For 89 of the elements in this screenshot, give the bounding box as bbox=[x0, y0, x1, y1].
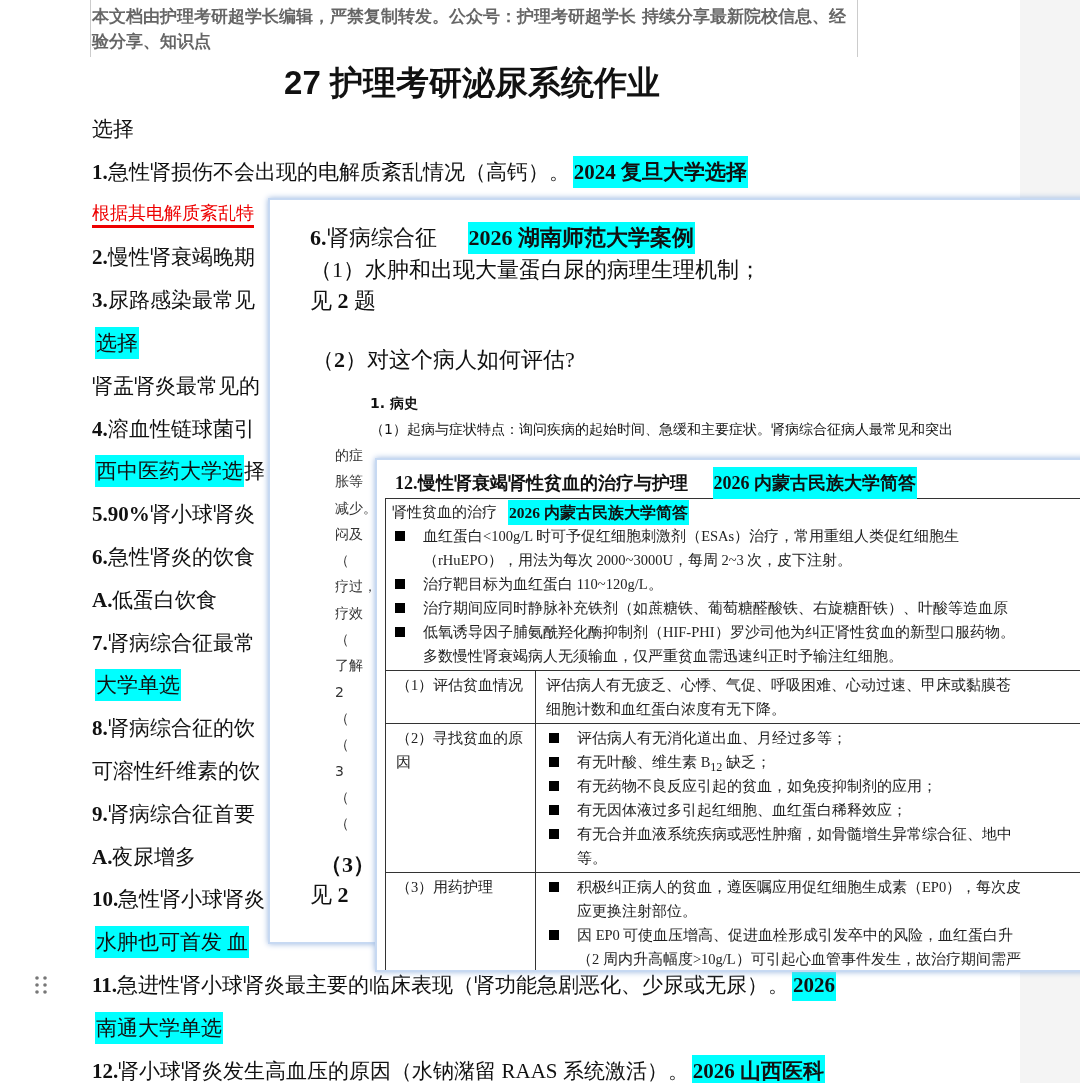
bullet-text: 积极纠正病人的贫血，遵医嘱应用促红细胞生成素（EP0），每次皮 bbox=[577, 878, 1022, 897]
highlighted-text: 水肿也可首发 血 bbox=[95, 926, 250, 959]
bullet-text: （rHuEPO），用法为每次 2000~3000U，每周 2~3 次，皮下注射。 bbox=[423, 551, 853, 570]
document-line: A.低蛋白饮食 bbox=[92, 586, 218, 614]
document-title: 27 护理考研泌尿系统作业 bbox=[283, 63, 661, 103]
section-heading: 1. 病史 bbox=[370, 394, 419, 413]
document-line: 可溶性纤维素的饮 bbox=[92, 757, 260, 785]
drag-handle-icon[interactable] bbox=[35, 975, 47, 995]
bullet-icon bbox=[549, 805, 559, 815]
document-line: 11.急进性肾小球肾炎最主要的临床表现（肾功能急剧恶化、少尿或无尿）。 bbox=[92, 971, 790, 999]
bullet-text: 评估病人有无消化道出血、月经过多等； bbox=[577, 729, 847, 748]
highlighted-text: 选择 bbox=[95, 327, 139, 359]
bullet-icon bbox=[549, 882, 559, 892]
text-fragment: （ bbox=[335, 735, 349, 755]
document-line: 12.肾小球肾炎发生高血压的原因（水钠潴留 RAAS 系统激活）。 bbox=[92, 1057, 689, 1083]
bullet-text: 多数慢性肾衰竭病人无须输血，仅严重贫血需迅速纠正时予输注红细胞。 bbox=[423, 647, 903, 666]
text-fragment: （ bbox=[335, 814, 349, 834]
highlighted-text: 2026 山西医科 bbox=[691, 1054, 826, 1083]
case-line: （1）水肿和出现大量蛋白尿的病理生理机制； bbox=[310, 256, 762, 284]
highlighted-text: 2026 内蒙古民族大学简答 bbox=[712, 467, 917, 499]
document-line: 3.尿路感染最常见 bbox=[92, 287, 255, 315]
bullet-text: 有无因体液过多引起红细胞、血红蛋白稀释效应； bbox=[577, 801, 907, 820]
bullet-text: 有无药物不良反应引起的贫血，如免疫抑制剂的应用； bbox=[577, 777, 937, 796]
case-line: 见 2 bbox=[310, 881, 349, 910]
highlighted-text: 2026 内蒙古民族大学简答 bbox=[508, 499, 689, 525]
text-fragment: 了解 bbox=[335, 656, 363, 676]
document-line: 8.肾病综合征的饮 bbox=[92, 715, 255, 743]
highlighted-text: 南通大学单选 bbox=[95, 1011, 223, 1044]
text-fragment: 疗效 bbox=[335, 603, 363, 623]
text-fragment: 疗过， bbox=[335, 577, 377, 597]
text-fragment: 2 bbox=[335, 682, 344, 702]
bullet-text: 有无叶酸、维生素 B$_{12}$ 缺乏； bbox=[577, 753, 771, 774]
text-fragment: （ bbox=[335, 630, 349, 650]
bullet-text: 等。 bbox=[577, 849, 607, 868]
bullet-icon bbox=[395, 531, 405, 541]
document-line: 4.溶血性链球菌引 bbox=[92, 415, 255, 443]
document-line: 2.慢性肾衰竭晚期 bbox=[92, 244, 255, 272]
bullet-icon bbox=[549, 733, 559, 743]
text-fragment: （ bbox=[335, 708, 349, 728]
bullet-icon bbox=[395, 627, 405, 637]
table-cell-text: 细胞计数和血红蛋白浓度有无下降。 bbox=[546, 700, 786, 719]
bullet-text: 低氧诱导因子脯氨酰羟化酶抑制剂（HIF-PHI）罗沙司他为纠正肾性贫血的新型口服药物。 bbox=[423, 623, 1015, 642]
document-line: 9.肾病综合征首要 bbox=[92, 800, 255, 828]
text-fragment: （ bbox=[335, 787, 349, 807]
table-cell: （1）评估贫血情况 bbox=[396, 677, 524, 693]
bullet-text: 应更换注射部位。 bbox=[577, 902, 697, 921]
bullet-icon bbox=[549, 930, 559, 940]
table-cell-text: 肾性贫血的治疗 bbox=[392, 503, 497, 522]
table-cell-text: 评估病人有无疲乏、心悸、气促、呼吸困难、心动过速、甲床或黏膜苍 bbox=[546, 676, 1011, 695]
bullet-text: （2 周内升高幅度>10g/L）可引起心血管事件发生，故治疗期间需严 bbox=[577, 950, 1021, 969]
text-fragment: 胀等 bbox=[335, 472, 363, 492]
text-fragment: 闷及 bbox=[335, 524, 363, 544]
case-line: 见 2 题 bbox=[310, 287, 377, 315]
text-fragment: 3 bbox=[335, 761, 344, 781]
header-note: 本文档由护理考研超学长编辑，严禁复制转发。公众号：护理考研超学长 持续分享最新院校信息、经验分享、知识点 bbox=[92, 6, 847, 53]
paragraph: （1）起病与症状特点：询问疾病的起始时间、急缓和主要症状。肾病综合征病人最常见和突出 bbox=[370, 420, 954, 439]
highlighted-text: 大学单选 bbox=[95, 669, 181, 702]
bullet-text: 因 EP0 可使血压增高、促进血栓形成引发卒中的风险，血红蛋白升 bbox=[577, 926, 1014, 945]
bullet-text: 血红蛋白<100g/L 时可予促红细胞刺激剂（ESAs）治疗，常用重组人类促红细胞生 bbox=[423, 527, 960, 546]
case-question: （2）对这个病人如何评估? bbox=[312, 346, 576, 374]
document-line: 根据其电解质紊乱特 bbox=[92, 201, 254, 229]
document-line: 5.90%肾小球肾炎 bbox=[92, 501, 255, 529]
case-heading: 12.慢性肾衰竭肾性贫血的治疗与护理 bbox=[395, 472, 688, 495]
text-fragment: 减少。 bbox=[335, 498, 377, 518]
document-line: 7.肾病综合征最常 bbox=[92, 629, 255, 657]
document-line: 择 bbox=[244, 458, 265, 486]
bullet-icon bbox=[395, 579, 405, 589]
table-cell: （3）用药护理 bbox=[396, 879, 494, 895]
bullet-icon bbox=[549, 829, 559, 839]
bullet-icon bbox=[549, 757, 559, 767]
highlighted-text: 西中医药大学选 bbox=[95, 455, 244, 488]
highlighted-text: 2026 湖南师范大学案例 bbox=[467, 222, 695, 254]
document-line: 肾盂肾炎最常见的 bbox=[92, 372, 260, 400]
bullet-text: 有无合并血液系统疾病或恶性肿瘤，如骨髓增生异常综合征、地中 bbox=[577, 825, 1012, 844]
document-line: 选择 bbox=[92, 116, 134, 143]
bullet-icon bbox=[549, 781, 559, 791]
table-cell: （2）寻找贫血的原因 bbox=[396, 730, 524, 770]
document-line: 1.急性肾损伤不会出现的电解质紊乱情况（高钙）。 bbox=[92, 158, 570, 186]
bullet-text: 治疗靶目标为血红蛋白 110~120g/L。 bbox=[423, 575, 663, 594]
case-line: （3） bbox=[320, 851, 375, 880]
text-fragment: （ bbox=[335, 551, 349, 571]
bullet-text: 治疗期间应同时静脉补充铁剂（如蔗糖铁、葡萄糖醛酸铁、右旋糖酐铁）、叶酸等造血原 bbox=[423, 599, 1008, 618]
document-line: 10.急性肾小球肾炎 bbox=[92, 886, 266, 914]
document-line: A.夜尿增多 bbox=[92, 843, 197, 871]
highlighted-text: 2024 复旦大学选择 bbox=[572, 155, 748, 188]
text-fragment: 的症 bbox=[335, 446, 363, 465]
bullet-icon bbox=[395, 603, 405, 613]
document-line: 6.急性肾炎的饮食 bbox=[92, 543, 255, 571]
case-heading: 6.肾病综合征 bbox=[310, 224, 437, 252]
